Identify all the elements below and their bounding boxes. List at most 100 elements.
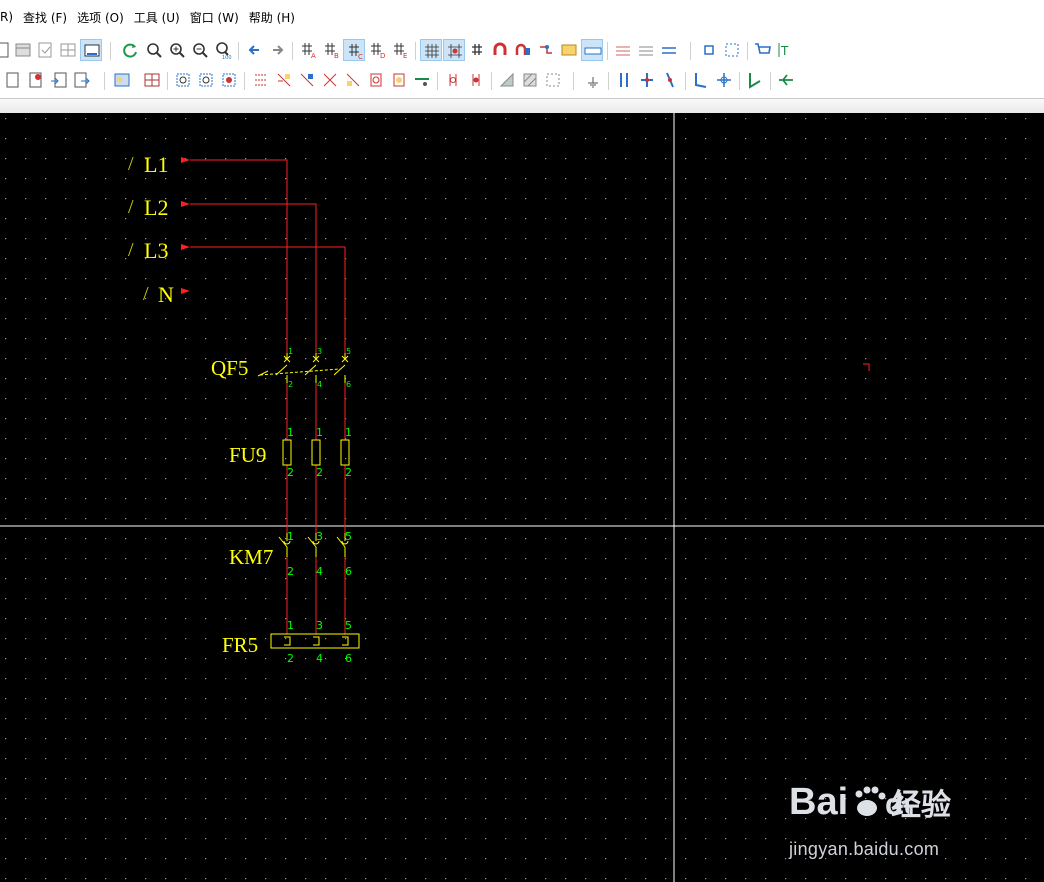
km7-pin: 4 [316, 565, 323, 578]
menu-item-options[interactable]: 选项 (O) [77, 9, 124, 26]
grid-table-icon[interactable] [57, 39, 79, 61]
symbol-h-icon[interactable] [411, 69, 433, 91]
text-tool-icon[interactable]: T [775, 39, 797, 61]
menu-item-help[interactable]: 帮助 (H) [249, 9, 295, 26]
symbol-d-icon[interactable] [319, 69, 341, 91]
image-box-icon[interactable] [558, 39, 580, 61]
zoom-in-icon[interactable] [166, 39, 188, 61]
symbol-f-icon[interactable] [365, 69, 387, 91]
grid-c-icon[interactable]: C [343, 39, 365, 61]
menu-item-partial[interactable]: R) [0, 10, 13, 24]
svg-text:A: A [311, 52, 316, 60]
layout-icon[interactable] [12, 39, 34, 61]
menu-item-tools[interactable]: 工具 (U) [134, 9, 180, 26]
drawing-canvas[interactable]: / L1 / L2 / L3 / N QF5 1 3 5 2 4 6 FU9 1… [0, 113, 1044, 882]
back-arrow-icon[interactable] [244, 39, 266, 61]
terminal-block-icon[interactable] [141, 69, 163, 91]
forward-arrow-icon[interactable] [266, 39, 288, 61]
cart-icon[interactable] [752, 39, 774, 61]
device-b-icon[interactable] [195, 69, 217, 91]
menu-item-window[interactable]: 窗口 (W) [190, 9, 239, 26]
grid-toggle-icon[interactable] [420, 39, 442, 61]
km7-pin: 5 [345, 530, 352, 543]
component-icon[interactable] [698, 39, 720, 61]
fu9-pin: 1 [345, 426, 352, 439]
page-search-icon[interactable] [25, 69, 47, 91]
wire-style-1-icon[interactable] [612, 39, 634, 61]
ruler-icon[interactable] [581, 39, 603, 61]
symbol-g-icon[interactable] [388, 69, 410, 91]
menu-bar: R) 查找 (F) 选项 (O) 工具 (U) 窗口 (W) 帮助 (H) [0, 0, 1044, 34]
refresh-icon[interactable] [119, 39, 141, 61]
toolbar-separator [0, 98, 1044, 114]
symbol-i-icon[interactable] [442, 69, 464, 91]
line-a-icon[interactable] [690, 69, 712, 91]
fu9-pin: 1 [287, 426, 294, 439]
monitor-icon[interactable] [80, 39, 102, 61]
grid-e-icon[interactable]: E [389, 39, 411, 61]
check-page-icon[interactable] [34, 39, 56, 61]
bus-l1-slash: / [128, 153, 134, 175]
magnet-lock-icon[interactable] [512, 39, 534, 61]
terminal-a-icon[interactable] [613, 69, 635, 91]
wire-style-2-icon[interactable] [635, 39, 657, 61]
zoom-100-icon[interactable]: 100 [212, 39, 234, 61]
symbol-e-icon[interactable] [342, 69, 364, 91]
fu9-label: FU9 [229, 443, 266, 467]
symbol-c-icon[interactable] [296, 69, 318, 91]
qf5-pin: 4 [317, 380, 322, 389]
bus-l2-label: L2 [144, 195, 168, 220]
hatch-b-icon[interactable] [519, 69, 541, 91]
select-area-icon[interactable] [721, 39, 743, 61]
device-a-icon[interactable] [172, 69, 194, 91]
line-d-icon[interactable] [775, 69, 797, 91]
page-export-icon[interactable] [71, 69, 93, 91]
symbol-j-icon[interactable] [465, 69, 487, 91]
fr5-pin: 2 [287, 652, 294, 665]
terminal-c-icon[interactable] [659, 69, 681, 91]
bus-l3-slash: / [128, 239, 134, 261]
qf5-label: QF5 [211, 356, 248, 380]
km7-pin: 6 [345, 565, 352, 578]
ground-icon[interactable] [582, 69, 604, 91]
svg-text:E: E [403, 52, 407, 60]
fu9-pin: 2 [345, 466, 352, 479]
km7-pin: 3 [316, 530, 323, 543]
grid-a-icon[interactable]: A [297, 39, 319, 61]
fr5-pin: 5 [345, 619, 352, 632]
qf5-pin: 6 [346, 380, 351, 389]
watermark-cn: 经验 [891, 788, 951, 823]
snap-icon[interactable] [443, 39, 465, 61]
connect-icon[interactable] [535, 39, 557, 61]
fr5-pin: 3 [316, 619, 323, 632]
watermark-domain: jingyan.baidu.com [789, 839, 940, 859]
zoom-fit-icon[interactable] [143, 39, 165, 61]
svg-text:Bai: Bai [789, 781, 848, 823]
fu9-pin: 2 [287, 466, 294, 479]
hash-icon[interactable] [466, 39, 488, 61]
fr5-pin: 1 [287, 619, 294, 632]
symbol-a-icon[interactable] [250, 69, 272, 91]
device-c-icon[interactable] [218, 69, 240, 91]
grid-b-icon[interactable]: B [320, 39, 342, 61]
line-b-icon[interactable] [713, 69, 735, 91]
wire-style-3-icon[interactable] [658, 39, 680, 61]
symbol-b-icon[interactable] [273, 69, 295, 91]
qf5-pin: 2 [288, 380, 293, 389]
fr5-pin: 6 [345, 652, 352, 665]
cabinet-icon[interactable] [111, 69, 133, 91]
line-c-icon[interactable] [744, 69, 766, 91]
svg-text:C: C [358, 53, 363, 61]
hatch-a-icon[interactable] [496, 69, 518, 91]
terminal-b-icon[interactable] [636, 69, 658, 91]
hatch-c-icon[interactable] [542, 69, 564, 91]
km7-label: KM7 [229, 545, 273, 569]
grid-d-icon[interactable]: D [366, 39, 388, 61]
menu-item-find[interactable]: 查找 (F) [23, 9, 67, 26]
magnet-icon[interactable] [489, 39, 511, 61]
zoom-out-icon[interactable] [189, 39, 211, 61]
bus-l1-label: L1 [144, 152, 168, 177]
bus-l3-label: L3 [144, 238, 168, 263]
page-import-icon[interactable] [48, 69, 70, 91]
new-page-icon[interactable] [2, 69, 24, 91]
